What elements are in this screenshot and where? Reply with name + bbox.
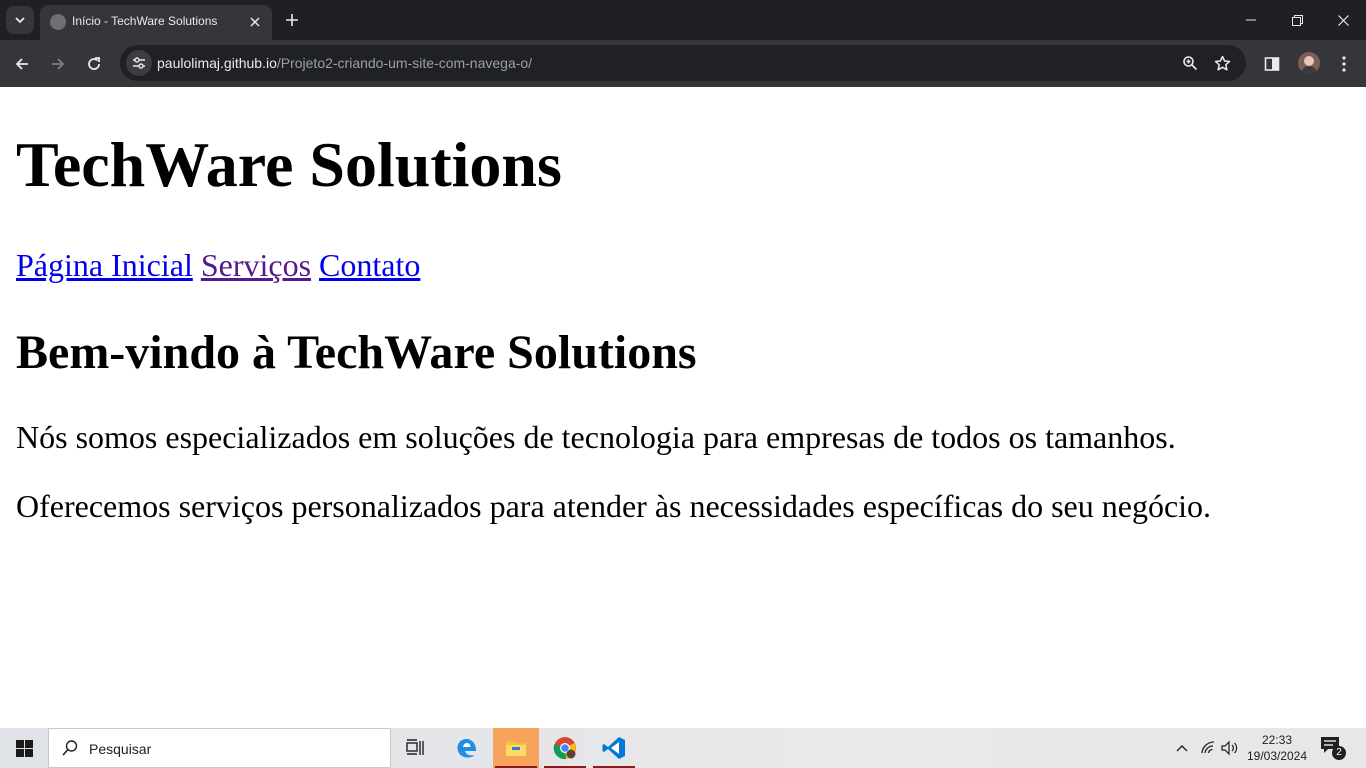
browser-tabstrip: Início - TechWare Solutions	[0, 0, 1366, 40]
page-title: TechWare Solutions	[16, 129, 562, 200]
search-placeholder: Pesquisar	[89, 741, 152, 757]
arrow-right-icon	[52, 58, 65, 70]
speaker-icon	[1221, 741, 1238, 755]
plus-icon	[286, 14, 298, 26]
task-view-icon	[406, 739, 424, 755]
vscode-icon	[602, 737, 625, 759]
minimize-icon	[1246, 19, 1256, 21]
notification-center-button[interactable]: 2	[1320, 736, 1346, 760]
welcome-heading: Bem-vindo à TechWare Solutions	[16, 326, 697, 379]
menu-button[interactable]	[1331, 51, 1357, 77]
globe-icon	[50, 14, 66, 30]
intro-paragraph: Nós somos especializados em soluções de …	[16, 419, 1176, 455]
star-icon	[1214, 55, 1230, 71]
web-page: TechWare Solutions Página Inicial Serviç…	[0, 87, 1366, 728]
clock-time: 22:33	[1261, 733, 1293, 747]
zoom-icon	[1183, 56, 1198, 71]
close-icon	[250, 17, 260, 27]
tab-close-button[interactable]	[246, 13, 264, 31]
network-button[interactable]	[1198, 738, 1218, 758]
forward-button[interactable]	[44, 50, 72, 78]
taskbar-edge[interactable]	[444, 728, 490, 768]
side-panel-button[interactable]	[1259, 51, 1285, 77]
tab-title: Início - TechWare Solutions	[72, 14, 218, 28]
nav-link-services[interactable]: Serviços	[201, 247, 311, 283]
new-tab-button[interactable]	[280, 8, 304, 32]
back-button[interactable]	[8, 50, 36, 78]
arrow-left-icon	[15, 58, 28, 70]
browser-toolbar: paulolimaj.github.io/Projeto2-criando-um…	[0, 40, 1366, 87]
notification-count-badge: 2	[1332, 746, 1346, 760]
reload-button[interactable]	[80, 50, 108, 78]
edge-icon	[457, 739, 476, 758]
chevron-down-icon	[15, 17, 25, 24]
wifi-icon	[1201, 741, 1215, 754]
address-bar[interactable]: paulolimaj.github.io/Projeto2-criando-um…	[120, 45, 1246, 81]
taskbar-search-input[interactable]: Pesquisar	[48, 728, 391, 768]
nav-link-contact[interactable]: Contato	[319, 247, 420, 283]
taskbar-file-explorer[interactable]	[493, 728, 539, 768]
reload-icon	[88, 57, 100, 70]
url-path: /Projeto2-criando-um-site-com-navega-o/	[276, 55, 533, 71]
tune-icon	[133, 57, 145, 69]
close-window-button[interactable]	[1320, 0, 1366, 40]
show-hidden-icons-button[interactable]	[1172, 738, 1192, 758]
services-paragraph: Oferecemos serviços personalizados para …	[16, 488, 1212, 524]
close-icon	[1337, 14, 1349, 26]
start-button[interactable]	[0, 728, 48, 768]
system-clock[interactable]: 22:33 19/03/2024	[1240, 732, 1314, 764]
site-info-button[interactable]	[126, 50, 152, 76]
url-text: paulolimaj.github.io/Projeto2-criando-um…	[157, 55, 532, 71]
bookmark-button[interactable]	[1212, 53, 1232, 73]
zoom-button[interactable]	[1180, 53, 1200, 73]
restore-icon	[1291, 14, 1303, 26]
windows-logo-icon	[15, 739, 33, 757]
volume-button[interactable]	[1220, 738, 1240, 758]
taskbar: Pesquisar 22:33 19/03/2024 2	[0, 728, 1366, 768]
more-vertical-icon	[1342, 56, 1346, 72]
folder-icon	[506, 741, 526, 756]
url-host: paulolimaj.github.io	[157, 55, 277, 71]
browser-tab[interactable]: Início - TechWare Solutions	[40, 5, 272, 40]
profile-avatar[interactable]	[1298, 52, 1320, 74]
taskbar-chrome[interactable]	[542, 728, 588, 768]
search-icon	[62, 740, 78, 756]
taskbar-vscode[interactable]	[591, 728, 637, 768]
chevron-up-icon	[1176, 745, 1188, 752]
chrome-icon	[553, 737, 576, 760]
tab-search-button[interactable]	[6, 6, 34, 34]
minimize-button[interactable]	[1228, 0, 1274, 40]
restore-button[interactable]	[1274, 0, 1320, 40]
side-panel-icon	[1264, 57, 1280, 71]
clock-date: 19/03/2024	[1246, 749, 1308, 763]
nav-link-home[interactable]: Página Inicial	[16, 247, 193, 283]
site-navigation: Página Inicial Serviços Contato	[16, 249, 420, 281]
task-view-button[interactable]	[393, 728, 439, 768]
